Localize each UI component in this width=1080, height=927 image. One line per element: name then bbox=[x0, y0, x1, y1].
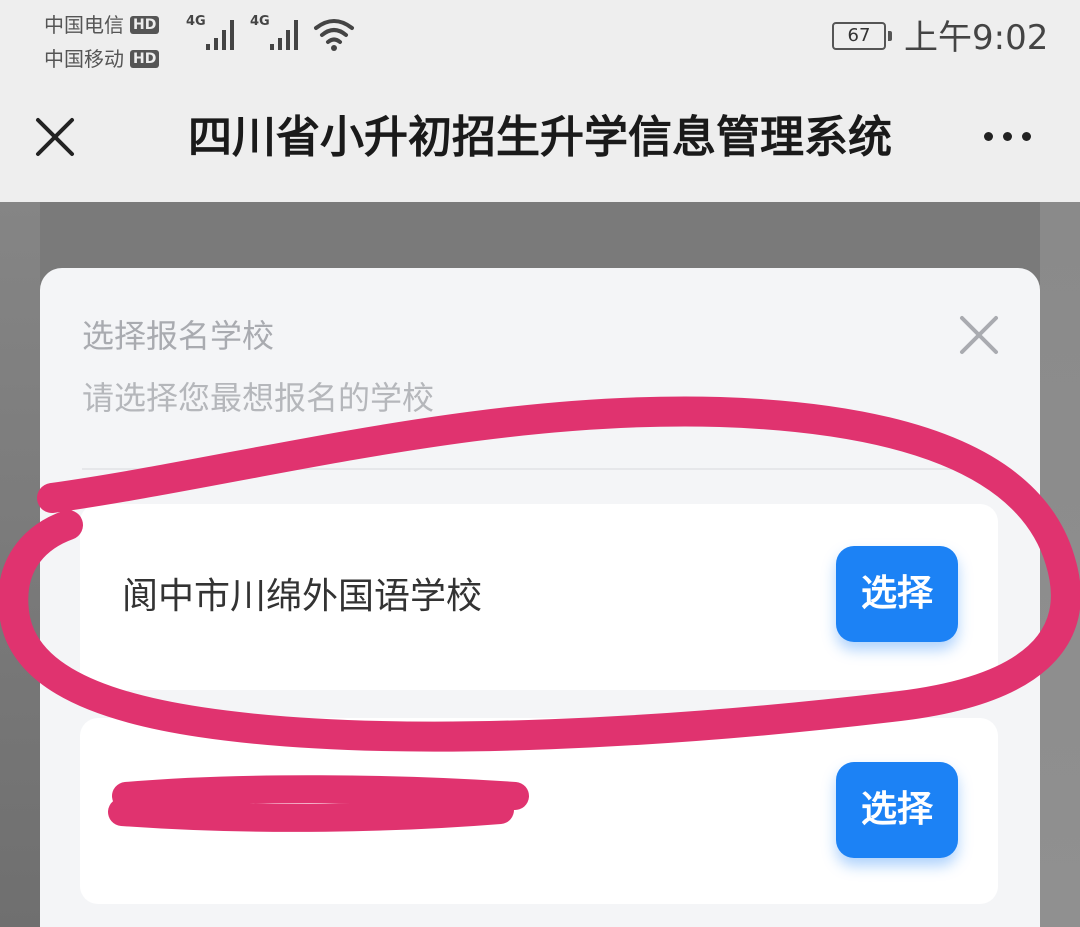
more-icon[interactable] bbox=[972, 114, 1042, 158]
carrier-1-label: 中国电信 bbox=[44, 13, 124, 37]
modal-title: 选择报名学校 bbox=[82, 317, 275, 355]
hd-badge: HD bbox=[130, 16, 160, 34]
school-name: 阆中市川绵外国语学校 bbox=[122, 576, 483, 617]
modal-close-icon[interactable] bbox=[958, 314, 1000, 356]
status-bar: 中国电信 HD 中国移动 HD 4G 4G 67 上午9:02 bbox=[0, 0, 1080, 80]
wifi-icon bbox=[314, 19, 354, 51]
school-select-modal: 选择报名学校 请选择您最想报名的学校 阆中市川绵外国语学校 选择 选择 bbox=[40, 268, 1040, 927]
hd-badge: HD bbox=[130, 50, 160, 68]
modal-subtitle: 请选择您最想报名的学校 bbox=[82, 379, 435, 417]
page-title: 四川省小升初招生升学信息管理系统 bbox=[188, 112, 892, 163]
school-card: 阆中市川绵外国语学校 选择 bbox=[80, 504, 998, 690]
school-card: 选择 bbox=[80, 718, 998, 904]
close-icon[interactable] bbox=[30, 112, 80, 162]
clock: 上午9:02 bbox=[904, 18, 1049, 58]
battery-icon: 67 bbox=[832, 22, 892, 50]
carrier-info: 中国电信 HD 中国移动 HD bbox=[44, 8, 160, 76]
title-bar: 四川省小升初招生升学信息管理系统 bbox=[0, 80, 1080, 202]
select-button[interactable]: 选择 bbox=[836, 762, 958, 858]
divider bbox=[82, 468, 998, 470]
select-button[interactable]: 选择 bbox=[836, 546, 958, 642]
carrier-2-label: 中国移动 bbox=[44, 47, 124, 71]
